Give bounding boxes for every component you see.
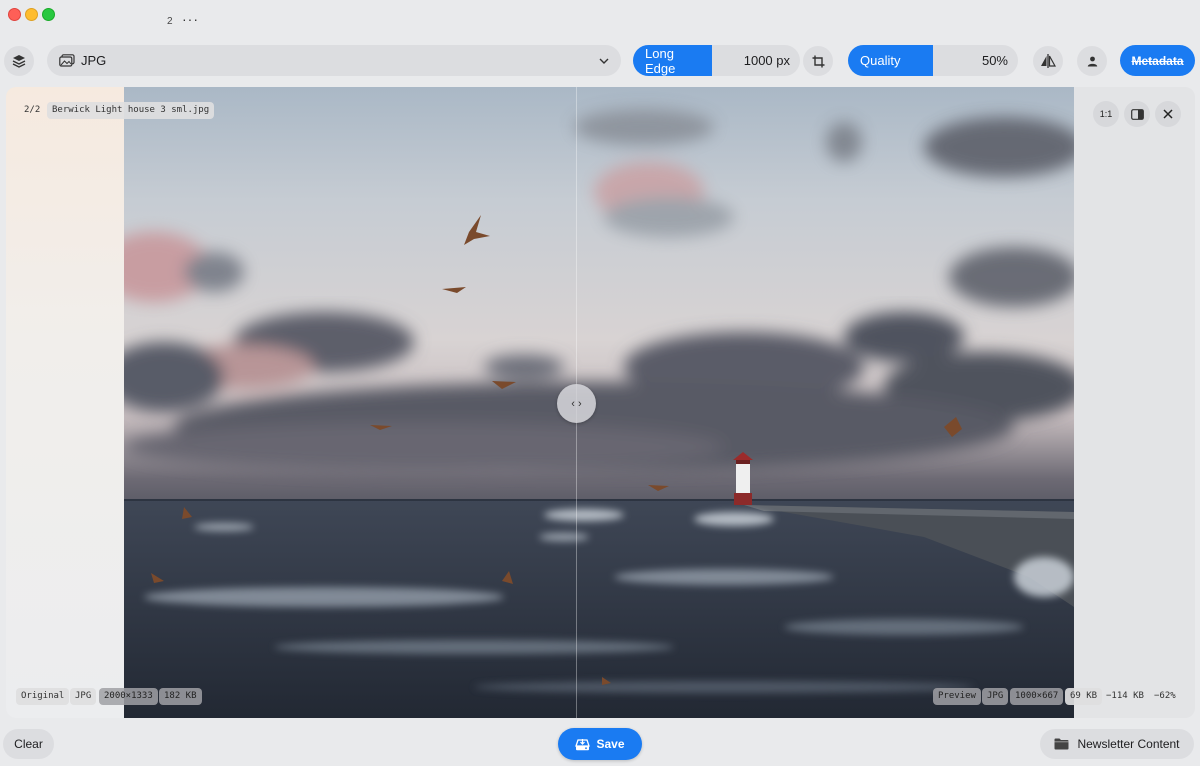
original-label: Original — [16, 688, 70, 705]
layers-icon — [12, 55, 26, 68]
image-stack-icon — [59, 54, 75, 67]
actual-size-button[interactable]: 1:1 — [1093, 101, 1119, 127]
layers-button[interactable] — [4, 46, 34, 76]
crop-button[interactable] — [803, 46, 833, 76]
folder-icon — [1054, 738, 1069, 750]
save-button[interactable]: Save — [558, 728, 642, 760]
close-preview-button[interactable] — [1155, 101, 1181, 127]
window-close-button[interactable] — [8, 8, 21, 21]
output-folder-label: Newsletter Content — [1077, 737, 1180, 751]
sidebar-toggle-button[interactable] — [1124, 101, 1150, 127]
resize-control[interactable]: Long Edge 1000 px — [633, 45, 800, 76]
preview-image — [124, 87, 1074, 718]
original-size: 182 KB — [159, 688, 202, 705]
profile-button[interactable] — [1077, 46, 1107, 76]
save-drive-icon — [575, 738, 591, 750]
percent-difference: −62% — [1154, 691, 1176, 701]
quality-control[interactable]: Quality 50% — [848, 45, 1018, 76]
compare-slider-handle[interactable]: ‹ › — [557, 384, 596, 423]
filename-label: Berwick Light house 3 sml.jpg — [47, 102, 215, 119]
original-dimensions: 2000×1333 — [99, 688, 158, 705]
image-count-badge: 2 — [167, 16, 173, 27]
canvas-background — [6, 87, 124, 718]
preview-size: 69 KB — [1065, 688, 1103, 705]
person-icon — [1087, 56, 1097, 66]
chevron-down-icon — [599, 58, 609, 64]
preview-dimensions: 1000×667 — [1010, 688, 1064, 705]
save-label: Save — [596, 737, 625, 751]
format-select-value: JPG — [81, 53, 107, 68]
original-format: JPG — [70, 688, 97, 705]
image-index: 2/2 — [24, 105, 41, 115]
preview-canvas: ‹ › 2/2 Berwick Light house 3 sml.jpg 1:… — [6, 87, 1195, 718]
close-icon — [1163, 109, 1173, 119]
crop-icon — [812, 55, 824, 67]
format-select[interactable]: JPG — [47, 45, 621, 76]
quality-slider-fill[interactable]: Quality — [848, 45, 933, 76]
preview-format: JPG — [982, 688, 1009, 705]
resize-mode-button[interactable]: Long Edge — [633, 45, 712, 76]
quality-value[interactable]: 50% — [933, 53, 1018, 68]
clear-button[interactable]: Clear — [3, 729, 54, 759]
window-zoom-button[interactable] — [42, 8, 55, 21]
more-options-button[interactable]: ··· — [182, 11, 199, 27]
lighthouse-seascape — [124, 109, 1074, 718]
preview-label: Preview — [933, 688, 981, 705]
compare-icon — [1041, 54, 1056, 68]
sidebar-toggle-icon — [1130, 108, 1144, 120]
actual-size-label: 1:1 — [1099, 109, 1113, 119]
size-difference: −114 KB — [1106, 691, 1144, 701]
resize-value-input[interactable]: 1000 px — [712, 53, 800, 68]
metadata-toggle-button[interactable]: Metadata — [1120, 45, 1195, 76]
output-folder-button[interactable]: Newsletter Content — [1040, 729, 1194, 759]
compare-button[interactable] — [1033, 46, 1063, 76]
window-minimize-button[interactable] — [25, 8, 38, 21]
